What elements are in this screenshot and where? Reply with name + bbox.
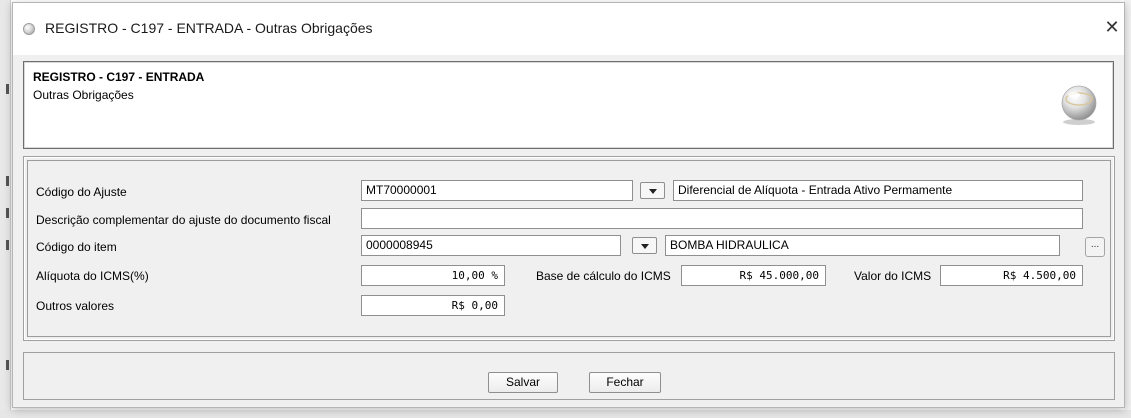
background-window-edge — [0, 0, 11, 418]
background-mark — [6, 84, 9, 94]
background-mark — [6, 240, 9, 250]
header-panel: REGISTRO - C197 - ENTRADA Outras Obrigaç… — [23, 61, 1114, 149]
valor-icms-input[interactable]: R$ 4.500,00 — [940, 265, 1083, 286]
outros-valores-label: Outros valores — [36, 299, 115, 313]
valor-icms-label: Valor do ICMS — [854, 269, 932, 283]
codigo-item-input[interactable]: 0000008945 — [361, 235, 621, 256]
window-title: REGISTRO - C197 - ENTRADA - Outras Obrig… — [45, 20, 373, 36]
base-calculo-icms-input[interactable]: R$ 45.000,00 — [681, 265, 826, 286]
background-mark — [6, 208, 9, 218]
background-mark — [6, 360, 9, 370]
save-button[interactable]: Salvar — [488, 372, 558, 393]
codigo-ajuste-input[interactable]: MT70000001 — [361, 180, 633, 201]
close-button[interactable]: Fechar — [589, 372, 661, 393]
codigo-ajuste-description: Diferencial de Alíquota - Entrada Ativo … — [673, 180, 1083, 201]
header-title: REGISTRO - C197 - ENTRADA — [33, 70, 205, 84]
codigo-item-label: Código do item — [36, 240, 117, 254]
aliquota-icms-label: Alíquota do ICMS(%) — [36, 269, 149, 283]
codigo-item-description: BOMBA HIDRAULICA — [665, 235, 1060, 256]
dialog-c197-entrada: REGISTRO - C197 - ENTRADA - Outras Obrig… — [12, 2, 1125, 408]
chevron-down-icon — [641, 244, 649, 249]
descricao-complementar-input[interactable] — [361, 208, 1083, 229]
screen: REGISTRO - C197 - ENTRADA - Outras Obrig… — [0, 0, 1131, 418]
footer-panel: Salvar Fechar — [23, 352, 1115, 400]
title-bar[interactable]: REGISTRO - C197 - ENTRADA - Outras Obrig… — [13, 3, 1124, 55]
globe-logo-icon — [1061, 85, 1097, 125]
outros-valores-input[interactable]: R$ 0,00 — [361, 295, 505, 316]
descricao-complementar-label: Descrição complementar do ajuste do docu… — [36, 213, 331, 227]
close-icon[interactable]: ✕ — [1103, 17, 1121, 37]
aliquota-icms-input[interactable]: 10,00 % — [361, 265, 505, 286]
background-window-edge-bottom — [0, 410, 1131, 418]
header-subtitle: Outras Obrigações — [33, 88, 134, 102]
codigo-item-search-button[interactable]: ... — [1085, 237, 1105, 257]
codigo-item-dropdown-button[interactable] — [632, 237, 657, 254]
form-panel: Código do Ajuste MT70000001 Diferencial … — [23, 156, 1115, 341]
background-window-edge-right — [1124, 0, 1131, 418]
codigo-ajuste-dropdown-button[interactable] — [640, 182, 665, 199]
app-globe-icon — [23, 23, 35, 35]
background-mark — [6, 176, 9, 186]
codigo-ajuste-label: Código do Ajuste — [36, 185, 127, 199]
chevron-down-icon — [649, 189, 657, 194]
base-calculo-icms-label: Base de cálculo do ICMS — [536, 269, 671, 283]
